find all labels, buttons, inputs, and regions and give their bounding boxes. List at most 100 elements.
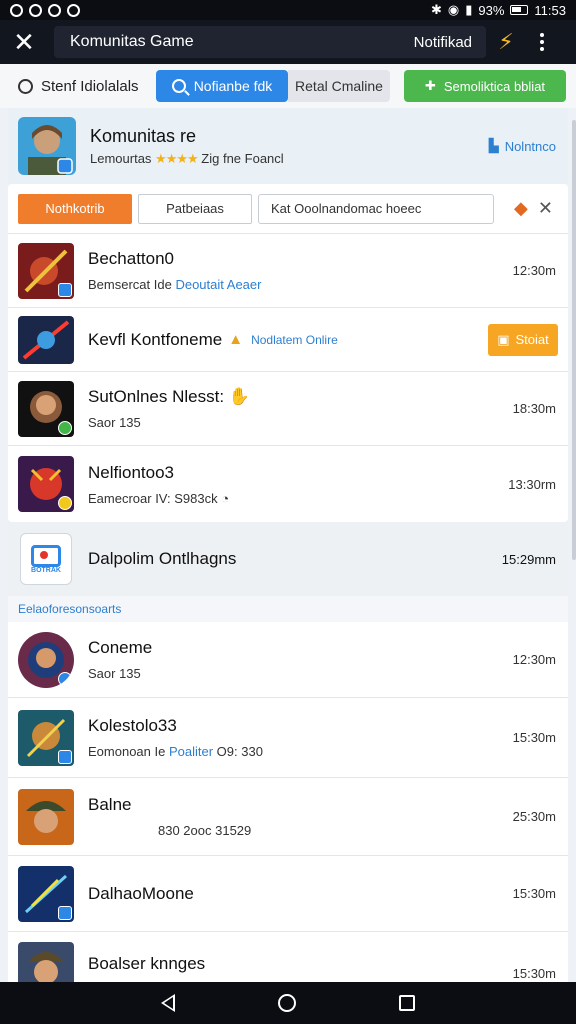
logo-icon [31, 544, 61, 567]
list-item[interactable]: Kevfl Kontfoneme ▲ Nodlatem Onlire ▣ Sto… [8, 308, 568, 372]
scrollbar[interactable] [572, 120, 576, 560]
platform-badge [58, 905, 72, 920]
community-avatar [18, 117, 76, 175]
community-header[interactable]: Komunitas re Lemourtas ★★★★ Zig fne Foan… [8, 108, 568, 184]
item-time: 12:30m [512, 263, 556, 278]
join-button-label: Stoiat [515, 332, 549, 347]
signal-icon: ▮ [465, 2, 473, 17]
item-time: 15:30m [512, 730, 556, 745]
home-icon[interactable] [277, 994, 296, 1012]
tab-active[interactable]: Nothkotrib [18, 193, 132, 224]
list-item[interactable]: Nelfiontoo3 Eamecroar IV: S983ck ◔ 13:30… [8, 446, 568, 522]
list-item[interactable]: Kolestolo33 Eomonoan Ie Poaliter O9: 330… [8, 698, 568, 778]
battery-percent: 93% [478, 2, 505, 18]
back-icon[interactable] [161, 994, 176, 1012]
app-logo: BOTRAK [20, 533, 72, 585]
notification-icon [29, 3, 42, 17]
item-name: Nelfiontoo3 [88, 462, 175, 482]
battery-icon [510, 5, 529, 15]
item-time: 15:30m [512, 886, 556, 901]
meta-prefix: Bemsercat Ide [88, 277, 172, 292]
bell-icon: ▲ [228, 331, 244, 348]
item-time: 12:30m [512, 652, 556, 667]
meta-text: Eamecroar IV: S983ck [88, 490, 218, 506]
header-action[interactable]: ▙ Nolntnco [489, 138, 556, 154]
conversation-panel: Nothkotrib Patbeiaas Kat Ooolnandomac ho… [8, 184, 568, 522]
recents-icon[interactable] [398, 995, 415, 1011]
list-item[interactable]: Coneme Saor 135 12:30m [8, 622, 568, 698]
bolt-icon[interactable]: ⚡ [486, 29, 526, 55]
filter-button-primary[interactable]: Nofianbe fdk [156, 70, 288, 102]
search-icon [18, 78, 33, 94]
join-button[interactable]: ▣ Stoiat [488, 323, 558, 356]
wifi-icon: ◉ [447, 2, 460, 17]
bluetooth-icon: ✱ [430, 2, 442, 17]
item-time: 15:29mm [501, 551, 556, 567]
members-section: Eelaoforesonsoarts Coneme Saor 135 12:30… [8, 596, 568, 996]
community-subtitle: Lemourtas ★★★★ Zig fne Foancl [90, 151, 489, 167]
platform-badge [58, 282, 72, 297]
tab-second[interactable]: Patbeiaas [138, 193, 252, 224]
list-item[interactable]: Balne 830 2ooc 31529 25:30m [8, 778, 568, 856]
item-name: Dalpolim Ontlhagns [88, 549, 237, 568]
notification-icon [67, 3, 80, 17]
item-name: Boalser knnges [88, 954, 206, 973]
item-name-text: SutOnlnes Nlesst: [88, 387, 225, 406]
clock-icon: ◔ [221, 490, 230, 506]
filter-bar: Stenf Idiolalals Nofianbe fdk Retal Cmal… [0, 64, 576, 108]
item-meta: Saor 135 [88, 666, 141, 681]
notification-label[interactable]: Notifikad [414, 34, 472, 51]
pinned-item[interactable]: BOTRAK Dalpolim Ontlhagns 15:29mm [8, 522, 568, 596]
platform-badge [58, 671, 72, 686]
filter-button-green[interactable]: ✚ Semoliktica bbliat [404, 70, 566, 102]
item-meta: Bemsercat Ide Deoutait Aeaer [88, 277, 488, 292]
search-filter[interactable]: Stenf Idiolalals [10, 78, 156, 95]
notification-icon [48, 3, 61, 17]
filter-button-secondary[interactable]: Retal Cmaline [288, 70, 390, 102]
top-app-bar: ✕ Komunitas Game Notifikad ⚡ [0, 20, 576, 64]
close-icon[interactable]: ✕ [0, 20, 48, 64]
tab-bar: Nothkotrib Patbeiaas Kat Ooolnandomac ho… [8, 184, 568, 234]
item-meta: Eomonoan Ie Poaliter O9: 330 [88, 744, 488, 759]
user-icon: ▙ [488, 138, 499, 153]
meta-link[interactable]: Deoutait Aeaer [175, 277, 261, 292]
close-icon[interactable]: ✕ [538, 198, 553, 219]
tab-search-input[interactable]: Kat Ooolnandomac hoeec [258, 193, 494, 224]
item-name: Balne [88, 795, 132, 814]
item-time: 15:30m [512, 966, 556, 981]
list-item[interactable]: SutOnlnes Nlesst: ✋ Saor 135 18:30m [8, 372, 568, 446]
item-time: 18:30m [512, 401, 556, 416]
filter-button-primary-label: Nofianbe fdk [193, 78, 273, 94]
item-time: 13:30rm [508, 476, 556, 492]
item-name: Coneme [88, 638, 153, 657]
online-badge [58, 420, 72, 435]
system-nav-bar [0, 982, 576, 1024]
calendar-icon: ▣ [497, 331, 510, 347]
search-icon [171, 79, 186, 93]
community-title: Komunitas re [90, 125, 197, 146]
meta-link[interactable]: Poaliter [169, 744, 213, 759]
status-link[interactable]: Nodlatem Onlire [251, 333, 338, 347]
header-action-label: Nolntnco [504, 138, 556, 154]
list-item[interactable]: Bechatton0 Bemsercat Ide Deoutait Aeaer … [8, 234, 568, 308]
subtitle-prefix: Lemourtas [90, 150, 152, 166]
game-thumbnail [18, 865, 74, 922]
list-item[interactable]: DalhaoMoone 15:30m [8, 856, 568, 932]
item-name: Bechatton0 [88, 249, 175, 268]
page-title: Komunitas Game [70, 33, 194, 50]
status-badge [58, 496, 72, 510]
game-thumbnail [18, 242, 74, 299]
item-name: Kolestolo33 [88, 716, 177, 735]
fire-icon[interactable]: ◆ [514, 198, 528, 219]
game-thumbnail [18, 315, 74, 364]
title-bar[interactable]: Komunitas Game Notifikad [54, 26, 486, 58]
game-thumbnail [18, 380, 74, 437]
notification-icons [10, 3, 80, 17]
game-thumbnail [18, 456, 74, 512]
more-icon[interactable] [526, 33, 558, 51]
search-filter-label: Stenf Idiolalals [41, 77, 139, 95]
notification-icon [10, 3, 23, 17]
puzzle-icon: ✚ [424, 78, 436, 93]
item-name: DalhaoMoone [88, 883, 194, 903]
status-bar: ✱ ◉ ▮ 93% 11:53 [0, 0, 576, 20]
